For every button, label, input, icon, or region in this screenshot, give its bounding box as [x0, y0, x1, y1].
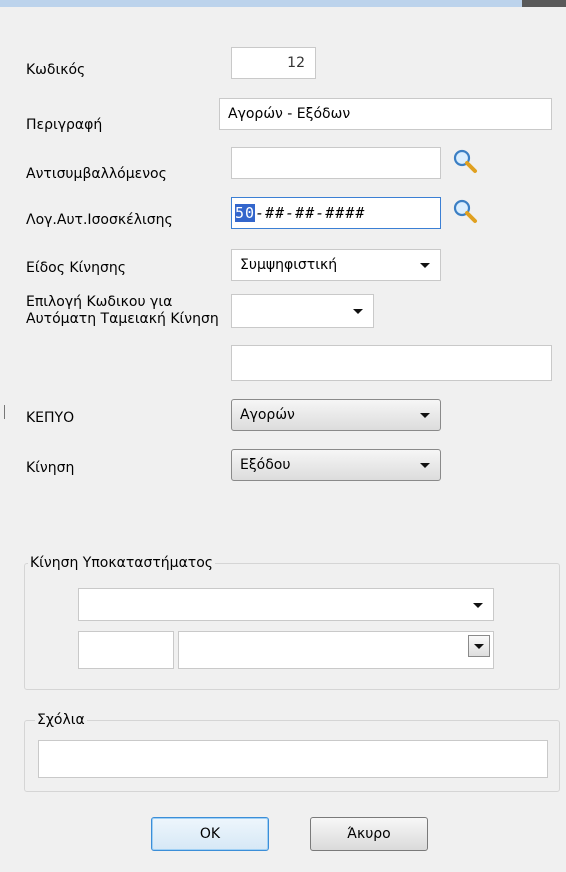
title-bar: [0, 0, 566, 7]
comments-field[interactable]: [38, 740, 548, 778]
cancel-button[interactable]: Άκυρο: [310, 817, 428, 851]
branch-name-select[interactable]: [178, 631, 494, 669]
branch-select[interactable]: [78, 588, 494, 621]
chevron-down-icon: [420, 463, 430, 468]
movement-select[interactable]: Εξόδου: [231, 449, 441, 481]
counterparty-field[interactable]: [231, 147, 441, 179]
chevron-down-icon: [420, 263, 430, 268]
branch-code-field[interactable]: [78, 631, 174, 669]
chevron-down-icon: [353, 309, 363, 314]
movement-label: Κίνηση: [26, 460, 75, 476]
counterparty-label: Αντισυμβαλλόμενος: [26, 166, 167, 182]
movement-type-select[interactable]: Συμψηφιστική: [231, 249, 441, 281]
auto-cash-label: Επιλογή Κωδικου για Αυτόματη Ταμειακή Κί…: [26, 294, 219, 327]
chevron-down-icon: [473, 602, 483, 608]
movement-type-label: Είδος Κίνησης: [26, 260, 126, 276]
auto-cash-select[interactable]: [231, 294, 374, 328]
movement-type-value: Συμψηφιστική: [240, 257, 338, 273]
balance-account-field[interactable]: 50 -##-##-####: [231, 197, 441, 229]
kepyo-label: ΚΕΠΥΟ: [26, 410, 75, 426]
chevron-down-icon: [474, 644, 484, 649]
edge-marker: [4, 405, 5, 419]
counterparty-search-icon[interactable]: [452, 148, 478, 174]
code-label: Κωδικός: [26, 62, 86, 78]
balance-account-selection: 50: [235, 204, 256, 222]
chevron-down-icon: [420, 413, 430, 418]
movement-value: Εξόδου: [240, 457, 291, 473]
balance-account-search-icon[interactable]: [452, 198, 478, 224]
kepyo-select[interactable]: Αγορών: [231, 399, 441, 431]
branch-movement-legend: Κίνηση Υποκαταστήματος: [28, 555, 216, 571]
title-bar-control[interactable]: [522, 0, 566, 7]
code-field[interactable]: 12: [231, 47, 316, 79]
description-label: Περιγραφή: [26, 117, 103, 133]
comments-legend: Σχόλια: [35, 712, 87, 728]
branch-movement-group: [24, 563, 560, 690]
balance-account-mask: -##-##-####: [255, 204, 366, 222]
auto-cash-text-field[interactable]: [231, 345, 552, 381]
description-field[interactable]: Αγορών - Εξόδων: [219, 98, 552, 130]
kepyo-value: Αγορών: [240, 407, 295, 423]
balance-account-label: Λογ.Αυτ.Ισοσκέλισης: [26, 212, 173, 228]
branch-name-dropdown-button[interactable]: [468, 635, 490, 657]
ok-button[interactable]: OK: [151, 817, 269, 851]
